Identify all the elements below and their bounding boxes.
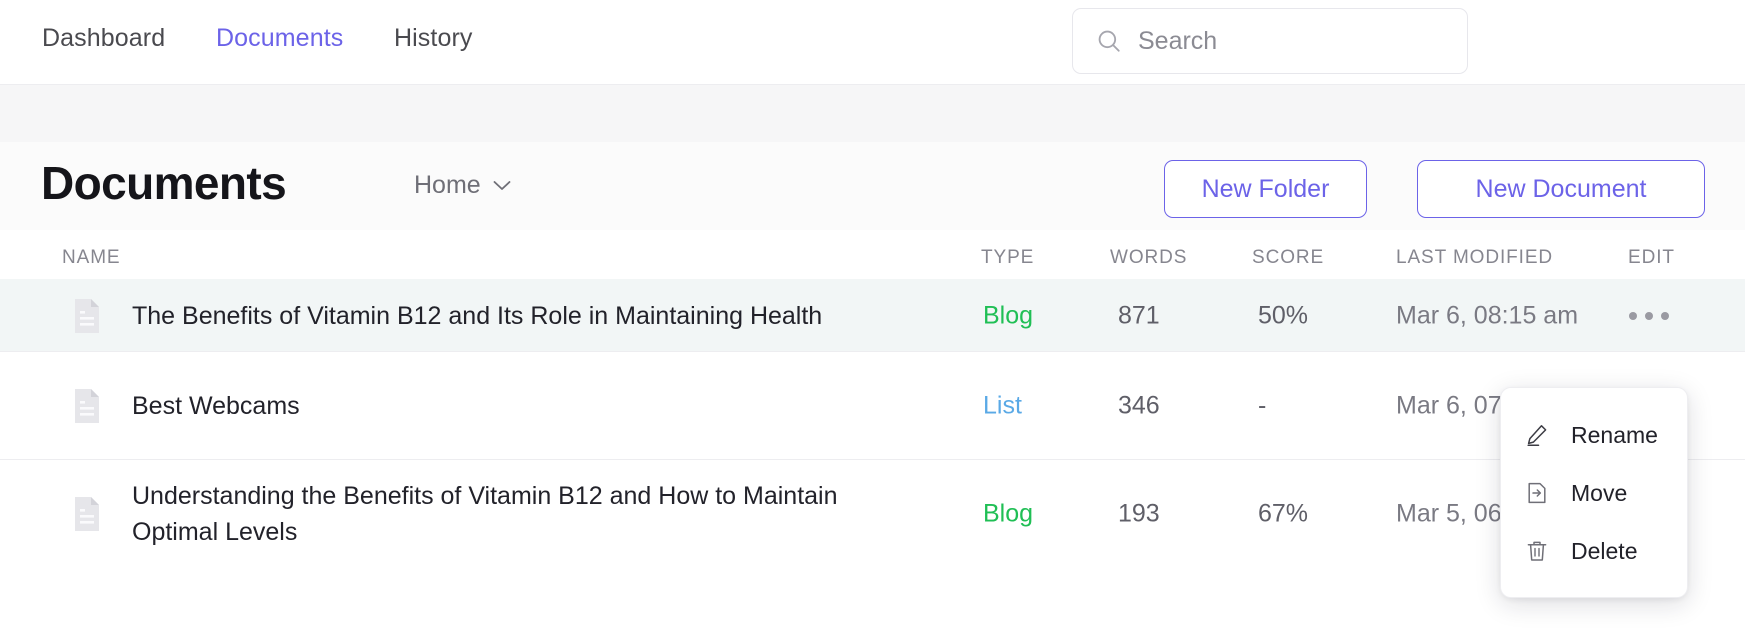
document-type: Blog [983, 301, 1034, 329]
document-words: 193 [1118, 499, 1160, 527]
page-title: Documents [41, 157, 287, 209]
breadcrumb-home-dropdown[interactable]: Home [414, 171, 511, 200]
table-header-row: NAME TYPE WORDS SCORE LAST MODIFIED EDIT [0, 230, 1745, 279]
document-type: List [983, 391, 1022, 419]
column-header-edit: EDIT [1628, 247, 1675, 268]
column-header-type: TYPE [981, 247, 1035, 268]
column-header-name: NAME [62, 247, 121, 268]
pencil-icon [1527, 425, 1547, 446]
file-move-icon [1528, 482, 1546, 504]
documents-page: Dashboard Documents History Search Docum… [0, 0, 1745, 641]
new-folder-button[interactable]: New Folder [1164, 160, 1367, 218]
document-score: 50% [1258, 301, 1309, 329]
new-document-button[interactable]: New Document [1417, 160, 1705, 218]
trash-icon [1527, 541, 1547, 561]
nav-item-documents[interactable]: Documents [216, 24, 343, 53]
row-actions-button[interactable] [1629, 304, 1669, 328]
context-menu-label: Move [1571, 479, 1628, 506]
column-header-last-modified: LAST MODIFIED [1396, 247, 1554, 268]
document-name[interactable]: Best Webcams [132, 388, 892, 424]
documents-table: NAME TYPE WORDS SCORE LAST MODIFIED EDIT… [0, 230, 1745, 567]
context-menu-item-rename[interactable]: Rename [1501, 406, 1687, 464]
section-divider-band [0, 84, 1745, 142]
context-menu-label: Delete [1571, 537, 1638, 564]
chevron-down-icon [493, 181, 511, 190]
search-icon [1098, 30, 1120, 52]
breadcrumb-label: Home [414, 171, 481, 199]
ellipsis-icon [1629, 304, 1669, 328]
row-context-menu: Rename Move Delete [1500, 387, 1688, 598]
nav-item-history[interactable]: History [394, 24, 472, 53]
search-input[interactable]: Search [1072, 8, 1468, 74]
table-row[interactable]: Best Webcams List 346 - Mar 6, 07 [0, 351, 1745, 459]
document-words: 871 [1118, 301, 1160, 329]
search-placeholder: Search [1138, 26, 1218, 55]
document-icon [75, 298, 99, 333]
document-last-modified: Mar 6, 08:15 am [1396, 301, 1579, 329]
document-type: Blog [983, 499, 1034, 527]
document-name[interactable]: The Benefits of Vitamin B12 and Its Role… [132, 298, 892, 334]
context-menu-item-move[interactable]: Move [1501, 464, 1687, 522]
top-navigation-bar: Dashboard Documents History Search [0, 0, 1745, 84]
context-menu-item-delete[interactable]: Delete [1501, 522, 1687, 580]
table-row[interactable]: Understanding the Benefits of Vitamin B1… [0, 459, 1745, 567]
document-icon [75, 496, 99, 531]
page-header: Documents Home New Folder New Document [0, 142, 1745, 230]
document-score: 67% [1258, 499, 1309, 527]
document-last-modified: Mar 6, 07 [1396, 391, 1502, 419]
document-score: - [1258, 391, 1267, 419]
context-menu-label: Rename [1571, 421, 1658, 448]
document-last-modified: Mar 5, 06 [1396, 499, 1502, 527]
column-header-score: SCORE [1252, 247, 1325, 268]
document-icon [75, 388, 99, 423]
document-words: 346 [1118, 391, 1160, 419]
document-name[interactable]: Understanding the Benefits of Vitamin B1… [132, 478, 892, 550]
column-header-words: WORDS [1110, 247, 1188, 268]
nav-item-dashboard[interactable]: Dashboard [42, 24, 165, 53]
table-row[interactable]: The Benefits of Vitamin B12 and Its Role… [0, 279, 1745, 351]
